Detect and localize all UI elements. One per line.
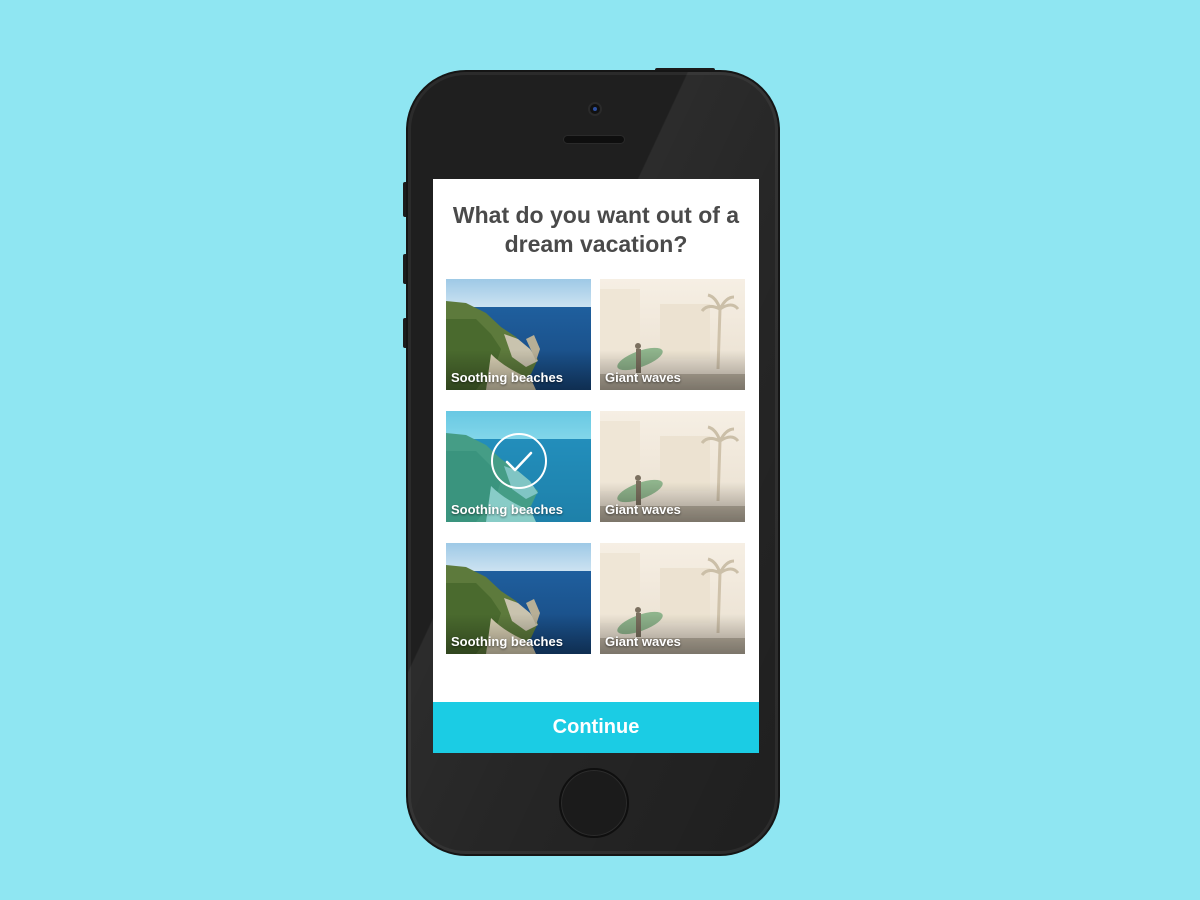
option-tile-giant-waves[interactable]: Giant waves — [600, 279, 745, 390]
tile-label: Soothing beaches — [451, 634, 563, 649]
option-tile-soothing-beaches[interactable]: Soothing beaches — [446, 279, 591, 390]
front-camera — [588, 102, 602, 116]
page-title: What do you want out of a dream vacation… — [452, 202, 740, 257]
tile-label: Soothing beaches — [451, 502, 563, 517]
option-tile-soothing-beaches[interactable]: Soothing beaches — [446, 543, 591, 654]
option-tile-giant-waves[interactable]: Giant waves — [600, 543, 745, 654]
tile-label: Giant waves — [605, 370, 681, 385]
tile-label: Soothing beaches — [451, 370, 563, 385]
checkmark-circle-icon — [491, 433, 547, 489]
earpiece-speaker — [563, 135, 625, 144]
home-button[interactable] — [559, 768, 629, 838]
option-tile-giant-waves[interactable]: Giant waves — [600, 411, 745, 522]
tile-label: Giant waves — [605, 634, 681, 649]
tile-label: Giant waves — [605, 502, 681, 517]
app-screen: What do you want out of a dream vacation… — [433, 179, 759, 753]
continue-button[interactable]: Continue — [433, 702, 759, 753]
phone-frame: What do you want out of a dream vacation… — [408, 72, 778, 854]
option-tile-soothing-beaches-selected[interactable]: Soothing beaches — [446, 411, 591, 522]
